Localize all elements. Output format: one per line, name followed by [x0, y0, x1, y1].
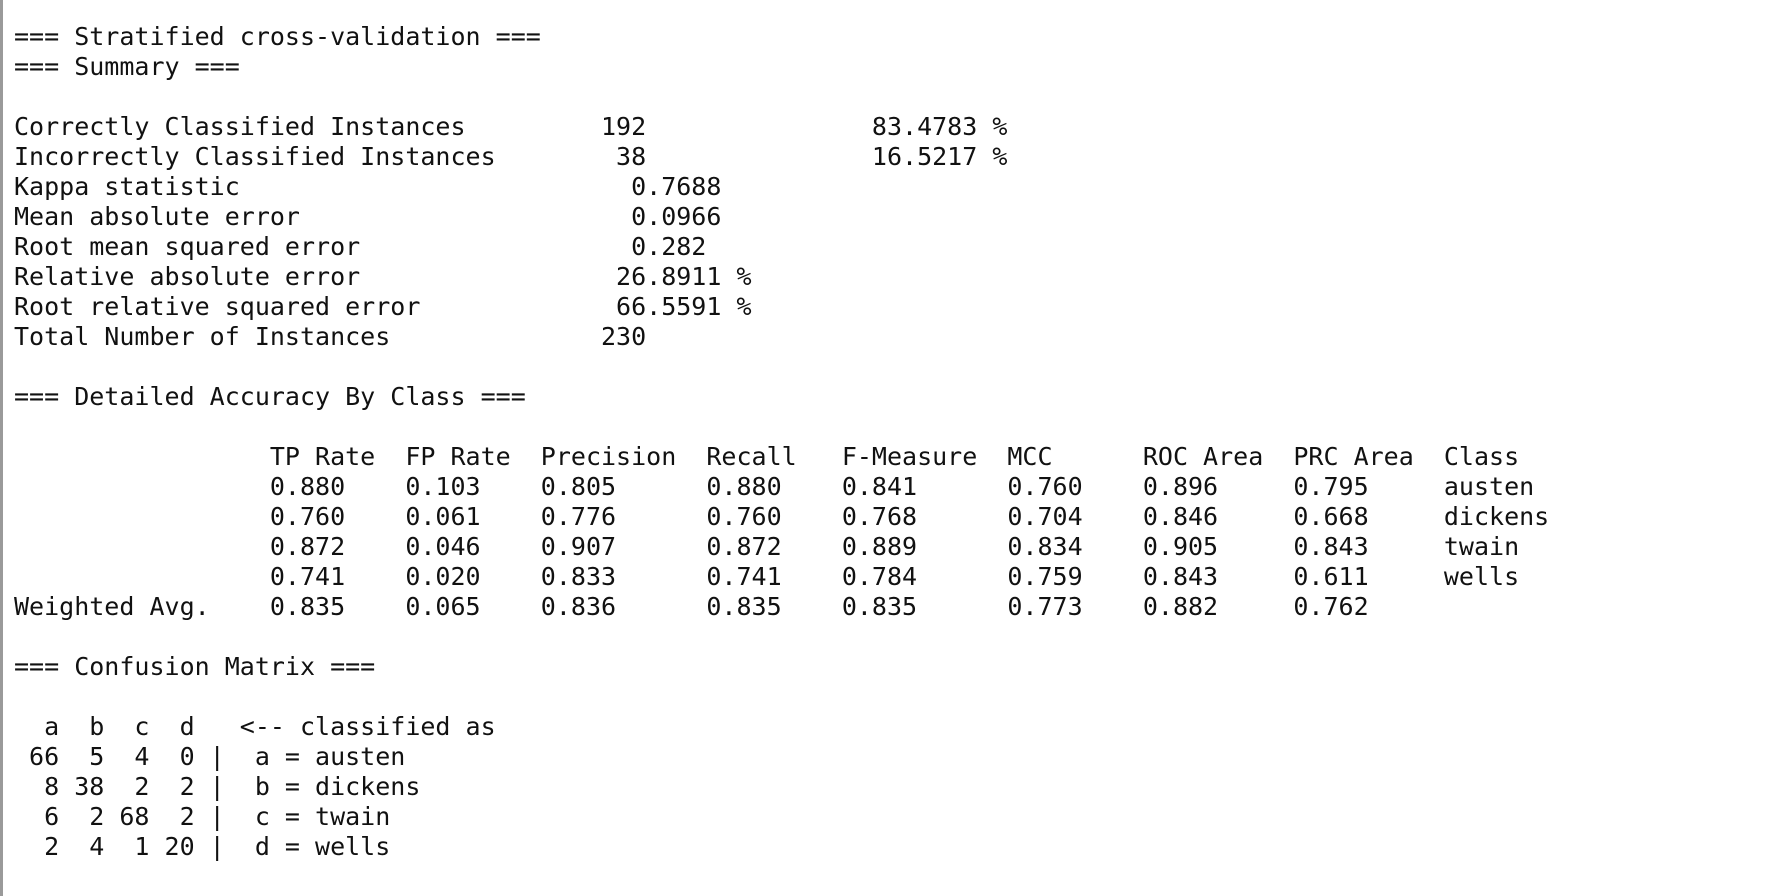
classifier-output-text[interactable]: === Stratified cross-validation === === … [14, 22, 1549, 862]
output-line: Incorrectly Classified Instances 38 16.5… [14, 142, 1008, 171]
output-line: === Detailed Accuracy By Class === [14, 382, 526, 411]
output-line: === Confusion Matrix === [14, 652, 376, 681]
output-line: 0.880 0.103 0.805 0.880 0.841 0.760 0.89… [14, 472, 1535, 501]
output-line: Weighted Avg. 0.835 0.065 0.836 0.835 0.… [14, 592, 1369, 621]
output-line: 0.741 0.020 0.833 0.741 0.784 0.759 0.84… [14, 562, 1520, 591]
output-line: 0.760 0.061 0.776 0.760 0.768 0.704 0.84… [14, 502, 1550, 531]
output-line: Root relative squared error 66.5591 % [14, 292, 752, 321]
output-line: Kappa statistic 0.7688 [14, 172, 722, 201]
output-line: Relative absolute error 26.8911 % [14, 262, 752, 291]
output-line: 0.872 0.046 0.907 0.872 0.889 0.834 0.90… [14, 532, 1520, 561]
output-line: Total Number of Instances 230 [14, 322, 647, 351]
classifier-output-panel[interactable]: === Stratified cross-validation === === … [0, 0, 1784, 896]
output-line: 6 2 68 2 | c = twain [14, 802, 391, 831]
output-line: === Summary === [14, 52, 240, 81]
output-line: Root mean squared error 0.282 [14, 232, 707, 261]
output-line: 2 4 1 20 | d = wells [14, 832, 391, 861]
output-line: a b c d <-- classified as [14, 712, 496, 741]
output-line: Mean absolute error 0.0966 [14, 202, 722, 231]
output-line: Correctly Classified Instances 192 83.47… [14, 112, 1008, 141]
output-line: === Stratified cross-validation === [14, 22, 541, 51]
output-line: 8 38 2 2 | b = dickens [14, 772, 421, 801]
output-line: TP Rate FP Rate Precision Recall F-Measu… [14, 442, 1520, 471]
output-line: 66 5 4 0 | a = austen [14, 742, 406, 771]
